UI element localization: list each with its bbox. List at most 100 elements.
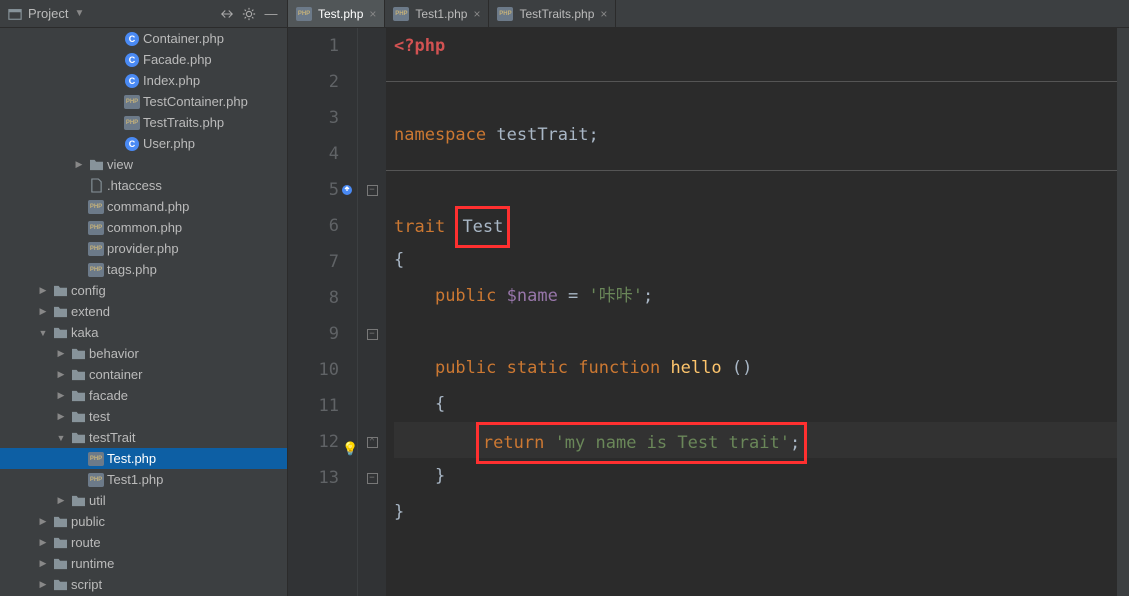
file-icon: [88, 178, 104, 194]
tab-label: TestTraits.php: [519, 7, 594, 21]
project-tree[interactable]: CContainer.phpCFacade.phpCIndex.php TestC…: [0, 28, 288, 596]
tree-label: Index.php: [143, 73, 200, 88]
tree-label: testTrait: [89, 430, 135, 445]
tree-arrow-icon[interactable]: ▶: [73, 159, 85, 170]
tree-item[interactable]: Test.php: [0, 448, 287, 469]
php-icon: [124, 115, 140, 131]
tree-label: .htaccess: [107, 178, 162, 193]
tree-arrow-icon[interactable]: ▶: [37, 285, 49, 296]
tree-item[interactable]: provider.php: [0, 238, 287, 259]
tree-label: TestContainer.php: [143, 94, 248, 109]
tree-item[interactable]: ▶ public: [0, 511, 287, 532]
close-icon[interactable]: ×: [369, 7, 376, 21]
fold-icon[interactable]: −: [367, 329, 378, 340]
editor[interactable]: 12345678910111213 − − ⌃ −: [288, 28, 1129, 596]
tree-item[interactable]: ▼ testTrait: [0, 427, 287, 448]
gear-icon[interactable]: [241, 6, 257, 22]
php-open-tag: <?php: [394, 36, 445, 56]
bulb-icon[interactable]: 💡: [342, 432, 358, 468]
tree-item[interactable]: ▶ container: [0, 364, 287, 385]
tree-item[interactable]: common.php: [0, 217, 287, 238]
project-label: Project: [28, 6, 68, 21]
close-icon[interactable]: ×: [473, 7, 480, 21]
folder-icon: [70, 409, 86, 425]
tree-label: provider.php: [107, 241, 179, 256]
tree-arrow-icon[interactable]: ▼: [55, 433, 67, 443]
tree-label: test: [89, 409, 110, 424]
tree-item[interactable]: .htaccess: [0, 175, 287, 196]
tree-arrow-icon[interactable]: ▶: [55, 348, 67, 359]
editor-tab[interactable]: Test.php ×: [288, 0, 385, 27]
tree-label: User.php: [143, 136, 195, 151]
php-icon: [393, 7, 409, 21]
php-icon: [88, 220, 104, 236]
php-icon: [88, 199, 104, 215]
tree-item[interactable]: ▼kaka: [0, 322, 287, 343]
chevron-down-icon: ▼: [74, 8, 84, 19]
php-icon: [88, 241, 104, 257]
tree-arrow-icon[interactable]: ▶: [55, 369, 67, 380]
tree-arrow-icon[interactable]: ▼: [37, 328, 49, 338]
tree-item[interactable]: ▶ view: [0, 154, 287, 175]
fold-end-icon[interactable]: −: [367, 473, 378, 484]
tree-item[interactable]: tags.php: [0, 259, 287, 280]
tree-item[interactable]: CUser.php: [0, 133, 287, 154]
tree-item[interactable]: ▶config: [0, 280, 287, 301]
tree-item[interactable]: ▶ script: [0, 574, 287, 595]
tree-label: common.php: [107, 220, 182, 235]
tree-item[interactable]: ▶ behavior: [0, 343, 287, 364]
tree-item[interactable]: Test1.php: [0, 469, 287, 490]
tree-item[interactable]: ▶ test: [0, 406, 287, 427]
tree-item[interactable]: ▶util: [0, 490, 287, 511]
tree-item[interactable]: ▶ route: [0, 532, 287, 553]
project-tool-header[interactable]: Project ▼ —: [0, 0, 288, 27]
tree-arrow-icon[interactable]: ▶: [37, 558, 49, 569]
top-bar: Project ▼ — Test.php×Test1.php×TestTrait…: [0, 0, 1129, 28]
fold-end-icon[interactable]: ⌃: [367, 437, 378, 448]
editor-tab[interactable]: Test1.php×: [385, 0, 489, 27]
vertical-scrollbar[interactable]: [1117, 28, 1129, 596]
tree-label: view: [107, 157, 133, 172]
tree-item[interactable]: ▶ extend: [0, 301, 287, 322]
tree-item[interactable]: command.php: [0, 196, 287, 217]
tree-label: script: [71, 577, 102, 592]
tree-item[interactable]: ▶ facade: [0, 385, 287, 406]
tree-item[interactable]: CContainer.php: [0, 28, 287, 49]
folder-icon: [52, 514, 68, 530]
tree-arrow-icon[interactable]: ▶: [55, 390, 67, 401]
fold-icon[interactable]: −: [367, 185, 378, 196]
tree-label: facade: [89, 388, 128, 403]
hide-icon[interactable]: —: [263, 6, 279, 22]
tree-item[interactable]: TestContainer.php: [0, 91, 287, 112]
close-icon[interactable]: ×: [600, 7, 607, 21]
tree-item[interactable]: CFacade.php: [0, 49, 287, 70]
tree-item[interactable]: CIndex.php: [0, 70, 287, 91]
tree-label: Container.php: [143, 31, 224, 46]
tree-arrow-icon[interactable]: ▶: [37, 579, 49, 590]
collapse-icon[interactable]: [219, 6, 235, 22]
tree-arrow-icon[interactable]: ▶: [37, 306, 49, 317]
tree-item[interactable]: TestTraits.php: [0, 112, 287, 133]
tree-label: container: [89, 367, 142, 382]
tree-label: extend: [71, 304, 110, 319]
tree-label: Test.php: [107, 451, 156, 466]
tree-arrow-icon[interactable]: ▶: [37, 516, 49, 527]
tree-label: route: [71, 535, 101, 550]
tree-item[interactable]: ▶runtime: [0, 553, 287, 574]
tree-arrow-icon[interactable]: ▶: [55, 495, 67, 506]
editor-tab[interactable]: TestTraits.php ×: [489, 0, 616, 27]
folder-icon: [52, 535, 68, 551]
folder-icon: [52, 325, 68, 341]
folder-icon: [88, 157, 104, 173]
tree-arrow-icon[interactable]: ▶: [37, 537, 49, 548]
folder-icon: [70, 493, 86, 509]
gutter-marks: − − ⌃ −: [358, 28, 386, 596]
folder-icon: [70, 346, 86, 362]
tree-label: behavior: [89, 346, 139, 361]
tab-label: Test.php: [318, 7, 363, 21]
tree-label: public: [71, 514, 105, 529]
tree-arrow-icon[interactable]: ▶: [55, 411, 67, 422]
php-icon: [497, 7, 513, 21]
php-icon: [88, 262, 104, 278]
code-area[interactable]: <?php namespace testTrait; trait Test { …: [386, 28, 1117, 596]
